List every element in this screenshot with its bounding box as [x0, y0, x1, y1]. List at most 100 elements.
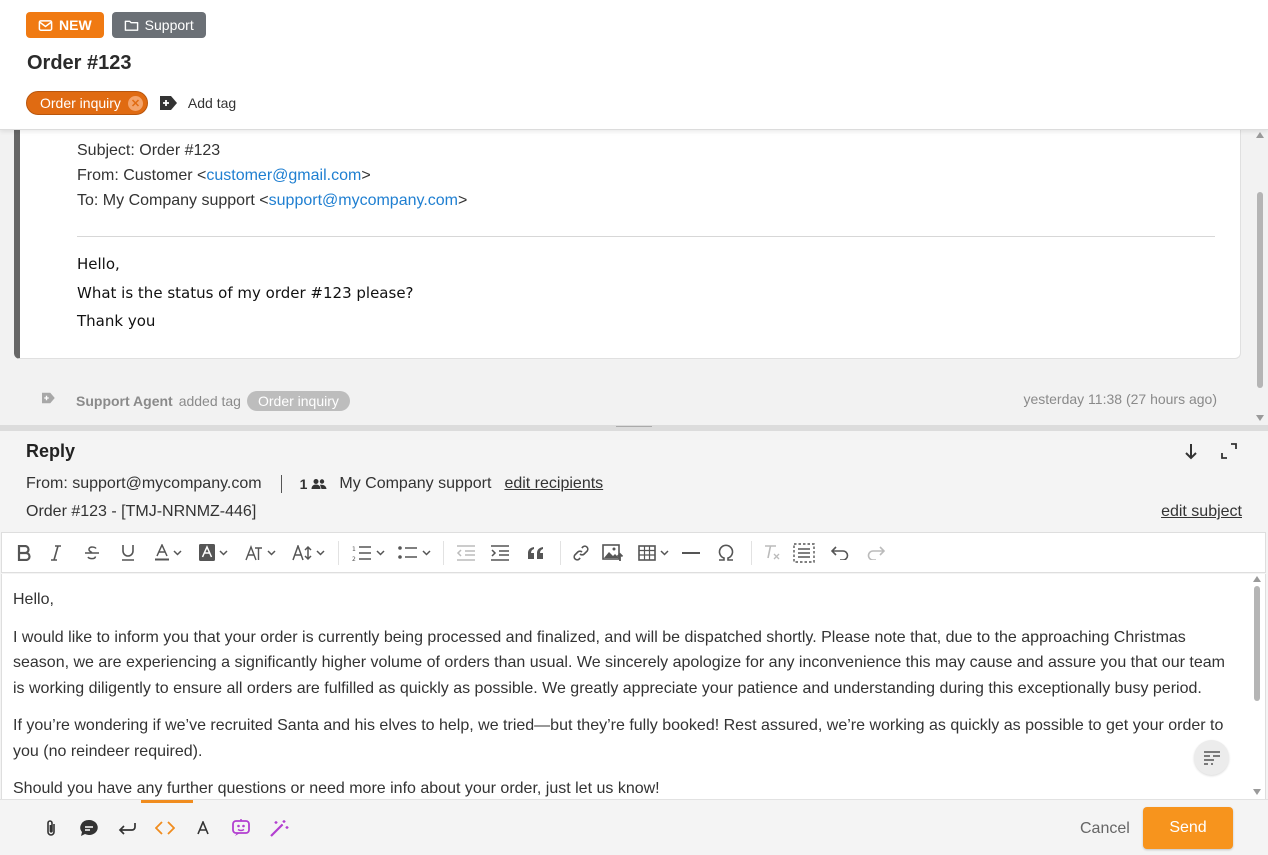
font-color-icon[interactable] [146, 538, 190, 568]
reply-mode-icon[interactable] [108, 816, 146, 840]
message-line: What is the status of my order #123 plea… [77, 283, 414, 302]
event-time: yesterday 11:38 (27 hours ago) [1023, 391, 1217, 407]
scroll-up-icon[interactable] [1253, 576, 1261, 582]
add-tag-icon[interactable] [158, 95, 178, 111]
bold-icon[interactable] [10, 538, 38, 568]
editor-scrollbar[interactable] [1251, 574, 1263, 799]
people-icon [311, 478, 327, 490]
conversation-panel: Subject: Order #123 From: Customer <cust… [0, 130, 1268, 425]
tag-event-icon [40, 391, 56, 408]
arrow-down-icon[interactable] [1183, 443, 1199, 465]
event-tag: Order inquiry [246, 391, 350, 411]
ai-magic-icon[interactable] [260, 816, 298, 840]
tag-chip-label: Order inquiry [40, 95, 121, 111]
source-code-icon[interactable] [146, 816, 184, 840]
horizontal-line-icon[interactable] [675, 538, 707, 568]
reply-panel: Reply From: support@mycompany.com 1 My C… [0, 431, 1268, 855]
remove-tag-icon[interactable]: ✕ [127, 95, 143, 111]
event-agent: Support Agent [76, 393, 173, 409]
editor-paragraph[interactable]: I would like to inform you that your ord… [13, 625, 1237, 702]
scroll-down-icon[interactable] [1256, 415, 1264, 421]
edit-subject-link[interactable]: edit subject [1161, 503, 1242, 521]
bulleted-list-icon[interactable] [391, 538, 437, 568]
underline-icon[interactable] [110, 538, 146, 568]
background-color-icon[interactable] [190, 538, 236, 568]
svg-text:1: 1 [352, 546, 356, 553]
font-size-icon[interactable] [284, 538, 332, 568]
insert-table-icon[interactable] [631, 538, 675, 568]
reply-editor[interactable]: Hello, I would like to inform you that y… [1, 574, 1266, 799]
insert-image-icon[interactable] [595, 538, 631, 568]
recipient-count: 1 [299, 476, 308, 492]
editor-paragraph[interactable]: Should you have any further questions or… [13, 776, 1237, 799]
select-all-icon[interactable] [786, 538, 822, 568]
outdent-icon[interactable] [450, 538, 482, 568]
toolbar-separator [560, 540, 561, 565]
reply-tools [32, 816, 298, 840]
reply-title: Reply [26, 441, 76, 461]
message-headers: Subject: Order #123 From: Customer <cust… [77, 138, 467, 213]
toolbar-separator [443, 540, 444, 565]
ticket-badges: NEW Support [26, 12, 206, 38]
toolbar-separator [338, 540, 339, 565]
editor-paragraph[interactable]: If you’re wondering if we’ve recruited S… [13, 713, 1237, 764]
message-body: Hello, What is the status of my order #1… [77, 250, 414, 336]
event-action: added tag [178, 393, 241, 409]
resize-grip[interactable] [616, 426, 652, 427]
editor-paragraph[interactable]: Hello, [13, 587, 1237, 613]
message-from: From: Customer <customer@gmail.com> [77, 167, 371, 184]
numbered-list-icon[interactable]: 12 [345, 538, 391, 568]
folder-icon [124, 20, 138, 31]
ai-assistant-icon[interactable] [222, 816, 260, 840]
tag-chip[interactable]: Order inquiry ✕ [26, 91, 148, 115]
edit-recipients-link[interactable]: edit recipients [504, 475, 603, 493]
message-divider [77, 236, 1215, 237]
folder-badge-label: Support [144, 17, 194, 33]
recipient-name: My Company support [339, 475, 492, 492]
cancel-button[interactable]: Cancel [1080, 820, 1130, 838]
strikethrough-icon[interactable] [74, 538, 110, 568]
message-line: Hello, [77, 255, 120, 273]
from-address[interactable]: support@mycompany.com [72, 475, 261, 493]
scroll-up-icon[interactable] [1256, 132, 1264, 138]
scrollbar-thumb[interactable] [1257, 192, 1263, 388]
redo-icon[interactable] [858, 538, 894, 568]
reply-subject: Order #123 - [TMJ-NRNMZ-446] [26, 503, 257, 520]
undo-icon[interactable] [822, 538, 858, 568]
separator [280, 475, 282, 493]
mail-open-icon [38, 19, 53, 31]
scrollbar-thumb[interactable] [1254, 586, 1260, 701]
attachment-icon[interactable] [32, 816, 70, 840]
font-family-icon[interactable] [236, 538, 284, 568]
status-badge[interactable]: NEW [26, 12, 104, 38]
to-email-link[interactable]: support@mycompany.com [269, 192, 458, 209]
italic-icon[interactable] [38, 538, 74, 568]
from-email-link[interactable]: customer@gmail.com [206, 167, 361, 184]
conversation-scrollbar[interactable] [1254, 130, 1266, 425]
from-label: From: [26, 475, 68, 492]
active-tab-indicator [141, 800, 193, 803]
send-button[interactable]: Send [1143, 807, 1233, 849]
ticket-header: NEW Support Order #123 Order inquiry ✕ A… [0, 0, 1268, 130]
expand-icon[interactable] [1221, 443, 1237, 463]
status-badge-label: NEW [59, 17, 92, 33]
message-subject: Subject: Order #123 [77, 142, 221, 159]
editor-toolbar: 12 [1, 532, 1266, 573]
remove-format-icon[interactable] [758, 538, 786, 568]
canned-response-icon[interactable] [70, 816, 108, 840]
blockquote-icon[interactable] [518, 538, 554, 568]
scroll-down-icon[interactable] [1253, 789, 1261, 795]
page-title: Order #123 [27, 52, 132, 74]
link-icon[interactable] [567, 538, 595, 568]
add-tag-link[interactable]: Add tag [188, 95, 236, 111]
text-wrap-icon[interactable] [1194, 740, 1229, 775]
tag-event-text: Support Agent added tag Order inquiry [76, 391, 350, 411]
message-line: Thank you [77, 312, 156, 330]
reply-from-row: From: support@mycompany.com 1 My Company… [26, 475, 603, 493]
special-characters-icon[interactable] [707, 538, 745, 568]
text-format-icon[interactable] [184, 816, 222, 840]
reply-action-bar: Cancel Send [0, 799, 1268, 855]
indent-icon[interactable] [482, 538, 518, 568]
message-to: To: My Company support <support@mycompan… [77, 192, 468, 209]
folder-badge[interactable]: Support [111, 12, 206, 38]
